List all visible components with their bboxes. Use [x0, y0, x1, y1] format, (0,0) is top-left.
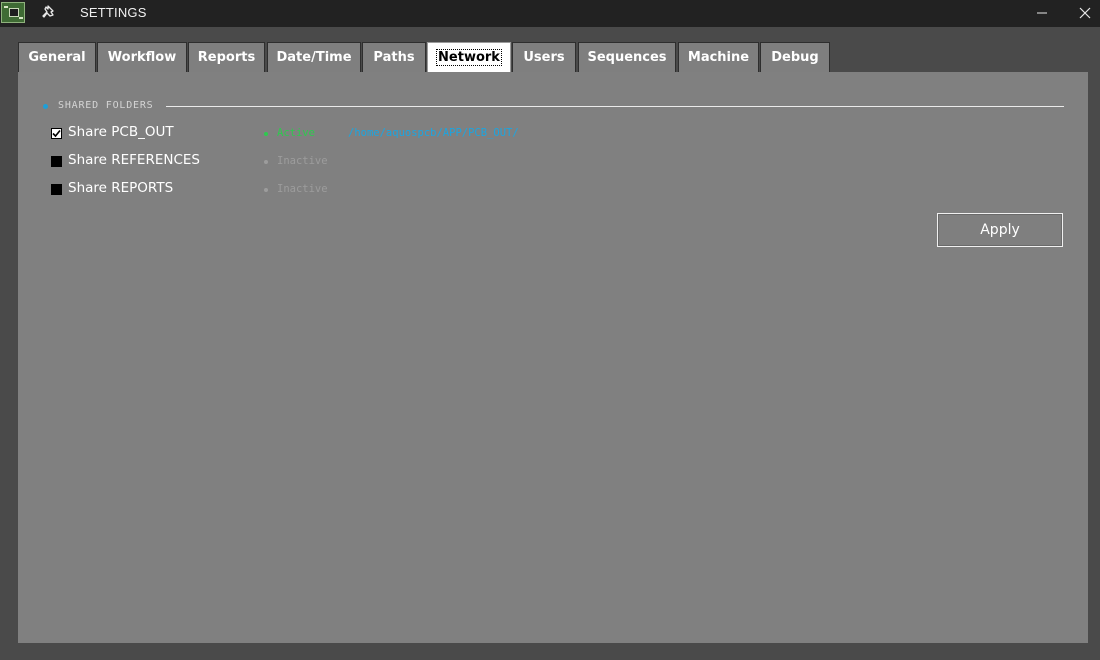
- minimize-icon: [1037, 12, 1047, 14]
- share-reports-checkbox[interactable]: [51, 184, 62, 195]
- share-row-references: Share REFERENCES Inactive: [51, 152, 651, 172]
- tab-debug[interactable]: Debug: [760, 42, 830, 72]
- tab-general[interactable]: General: [18, 42, 96, 72]
- close-button[interactable]: [1063, 0, 1100, 27]
- share-row-pcb-out: Share PCB_OUT Active /home/aquospcb/APP/…: [51, 124, 651, 144]
- share-references-status: Inactive: [277, 155, 328, 167]
- tab-paths[interactable]: Paths: [362, 42, 426, 72]
- share-references-checkbox[interactable]: [51, 156, 62, 167]
- checkmark-icon: [52, 129, 61, 138]
- window-title: SETTINGS: [80, 5, 147, 20]
- status-dot-icon: [264, 160, 268, 164]
- share-pcb-out-checkbox[interactable]: [51, 128, 62, 139]
- tab-date-time[interactable]: Date/Time: [267, 42, 361, 72]
- section-header: SHARED FOLDERS: [40, 100, 1064, 114]
- network-panel: SHARED FOLDERS Share PCB_OUT Active /hom…: [18, 72, 1088, 643]
- share-pcb-out-path: /home/aquospcb/APP/PCB_OUT/: [348, 127, 519, 139]
- apply-button[interactable]: Apply: [937, 213, 1063, 247]
- section-title: SHARED FOLDERS: [58, 100, 154, 111]
- share-reports-label[interactable]: Share REPORTS: [68, 180, 173, 196]
- tab-network[interactable]: Network: [427, 42, 511, 72]
- status-dot-icon: [264, 132, 268, 136]
- tab-sequences[interactable]: Sequences: [578, 42, 676, 72]
- share-references-label[interactable]: Share REFERENCES: [68, 152, 200, 168]
- share-pcb-out-status: Active: [277, 127, 315, 139]
- tab-users[interactable]: Users: [512, 42, 576, 72]
- status-dot-icon: [264, 188, 268, 192]
- share-reports-status: Inactive: [277, 183, 328, 195]
- close-icon: [1079, 7, 1091, 19]
- tab-reports[interactable]: Reports: [188, 42, 265, 72]
- minimize-button[interactable]: [1020, 0, 1064, 27]
- section-divider: [166, 106, 1064, 107]
- share-row-reports: Share REPORTS Inactive: [51, 180, 651, 200]
- pcb-board-icon: [1, 2, 25, 23]
- tab-workflow[interactable]: Workflow: [97, 42, 187, 72]
- title-bar: SETTINGS: [0, 0, 1100, 27]
- section-bullet-icon: [43, 104, 48, 109]
- pin-icon[interactable]: [42, 4, 58, 22]
- share-pcb-out-label[interactable]: Share PCB_OUT: [68, 124, 174, 140]
- tab-machine[interactable]: Machine: [678, 42, 759, 72]
